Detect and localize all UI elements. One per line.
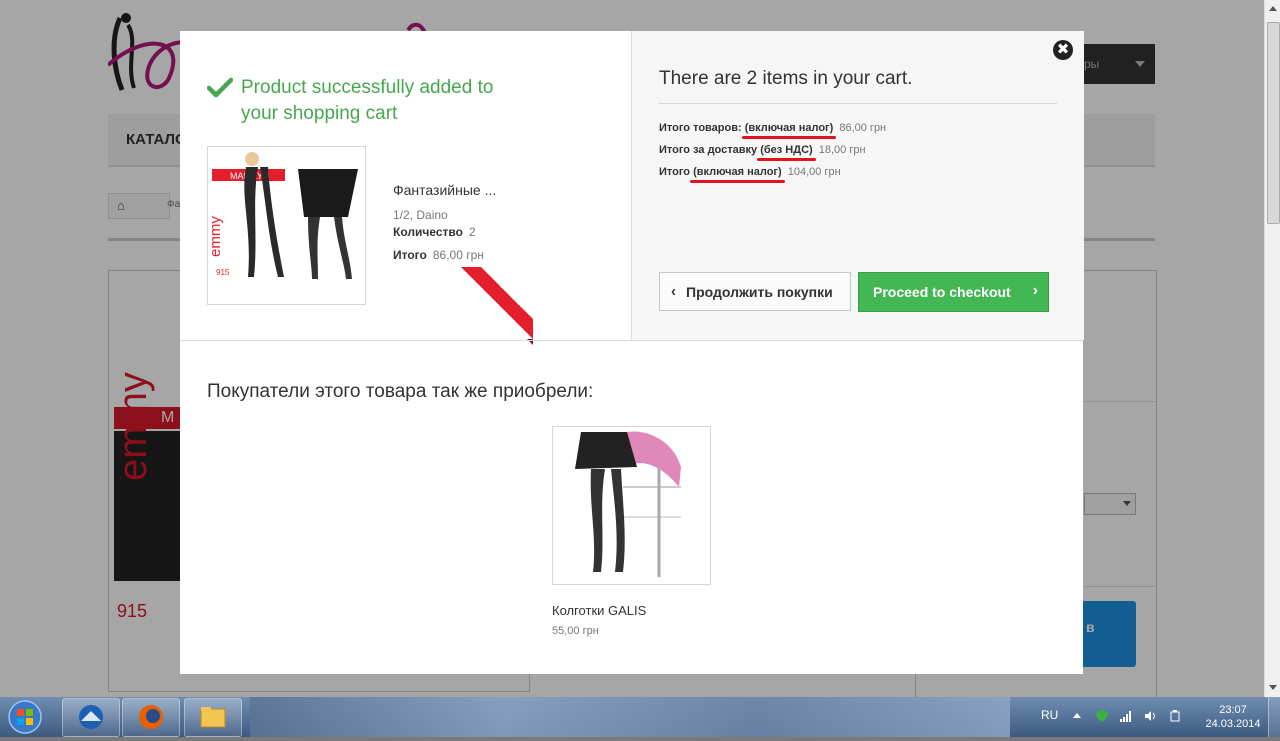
explorer-icon[interactable]	[184, 698, 242, 737]
clock-date: 24.03.2014	[1205, 718, 1261, 730]
summary-total-value: 104,00 грн	[787, 166, 841, 178]
summary-products-tag: (включая налог)	[744, 122, 834, 134]
windows-taskbar: RU 23:07 24.03.2014	[0, 697, 1280, 737]
summary-products: Итого товаров: (включая налог) 86,00 грн	[659, 122, 886, 134]
product-quantity: Количество 2	[393, 225, 476, 239]
scroll-down-icon[interactable]	[1269, 685, 1277, 690]
summary-total-label: Итого	[659, 166, 691, 178]
firefox-icon[interactable]	[122, 698, 180, 737]
divider	[659, 103, 1057, 104]
summary-total-tag: (включая налог)	[693, 166, 782, 178]
cart-title: There are 2 items in your cart.	[659, 68, 913, 89]
crossselling-product-name[interactable]: Колготки GALIS	[552, 603, 646, 618]
success-message: Product successfully added to your shopp…	[241, 77, 494, 124]
summary-total: Итого (включая налог) 104,00 грн	[659, 166, 841, 178]
summary-products-label: Итого товаров:	[659, 122, 742, 134]
start-button-icon[interactable]	[2, 698, 48, 736]
thunderbird-icon[interactable]	[62, 698, 120, 737]
thumb-brand-text: emmy	[208, 216, 224, 257]
chevron-right-icon: ›	[1032, 282, 1038, 299]
crossselling-product-image[interactable]	[552, 426, 711, 585]
language-indicator[interactable]: RU	[1041, 708, 1058, 722]
security-shield-icon[interactable]	[1095, 709, 1109, 723]
network-icon[interactable]	[1119, 709, 1133, 723]
thumb-number-text: 915	[216, 268, 230, 277]
total-label: Итого	[393, 248, 427, 262]
divider	[180, 340, 1083, 341]
product-name: Фантазийные ...	[393, 182, 497, 198]
modal-cart-pane: There are 2 items in your cart. Итого то…	[631, 31, 1084, 340]
chevron-left-icon: ‹	[671, 283, 676, 300]
scrollbar-thumb[interactable]	[1267, 22, 1280, 224]
clock-time: 23:07	[1219, 704, 1247, 716]
summary-shipping-tag: (без НДС)	[760, 144, 813, 156]
quantity-label: Количество	[393, 225, 463, 239]
product-total: Итого 86,00 грн	[393, 248, 484, 262]
total-value: 86,00 грн	[432, 248, 484, 262]
crossselling-product-price: 55,00 грн	[552, 625, 599, 637]
clock[interactable]: 23:07 24.03.2014	[1199, 703, 1267, 731]
proceed-to-checkout-button[interactable]: Proceed to checkout ›	[858, 272, 1049, 312]
product-attributes: 1/2, Daino	[393, 208, 448, 222]
continue-shopping-button[interactable]: ‹ Продолжить покупки	[659, 272, 851, 311]
summary-shipping: Итого за доставку (без НДС) 18,00 грн	[659, 144, 866, 156]
crossselling-title: Покупатели этого товара так же приобрели…	[207, 381, 594, 402]
power-icon[interactable]	[1168, 709, 1182, 723]
checkout-label: Proceed to checkout	[873, 284, 1011, 300]
modal-product-pane: Product successfully added to your shopp…	[180, 31, 631, 345]
summary-shipping-value: 18,00 грн	[818, 144, 866, 156]
cart-modal: Product successfully added to your shopp…	[180, 31, 1084, 674]
summary-shipping-label: Итого за доставку	[659, 144, 758, 156]
continue-shopping-label: Продолжить покупки	[686, 284, 833, 300]
scroll-up-icon[interactable]	[1269, 6, 1277, 11]
taskbar-background	[250, 697, 1010, 737]
close-icon[interactable]: ✖	[1053, 40, 1073, 60]
show-desktop-button[interactable]	[1268, 697, 1280, 737]
checkmark-icon	[207, 77, 233, 98]
quantity-value: 2	[468, 225, 476, 239]
sale-badge: SALE!	[461, 267, 533, 345]
page-scrollbar[interactable]	[1264, 0, 1280, 697]
summary-products-value: 86,00 грн	[839, 122, 887, 134]
product-thumbnail: MARILYN emmy 915	[207, 146, 366, 305]
show-hidden-icons-icon[interactable]	[1073, 713, 1081, 718]
volume-icon[interactable]	[1143, 709, 1157, 723]
